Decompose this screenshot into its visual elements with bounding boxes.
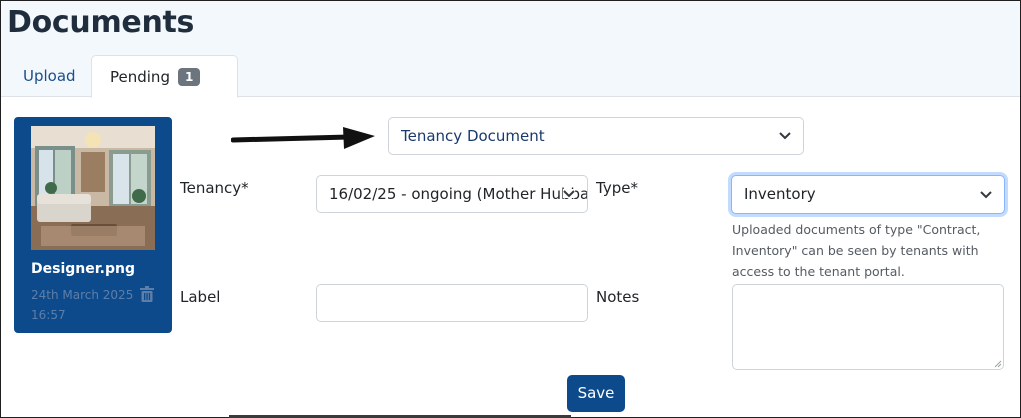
pending-file-card[interactable]: Designer.png 24th March 2025 16:57	[14, 117, 172, 333]
label-input[interactable]	[316, 284, 588, 322]
notes-textarea[interactable]	[732, 284, 1004, 370]
document-category-select[interactable]: Tenancy Document	[388, 117, 804, 155]
save-button[interactable]: Save	[567, 375, 625, 412]
document-category-value: Tenancy Document	[401, 127, 545, 145]
tenancy-value: 16/02/25 - ongoing (Mother Hubbard)	[329, 185, 588, 203]
file-thumbnail	[31, 126, 155, 250]
type-label: Type*	[596, 179, 638, 197]
tenancy-label: Tenancy*	[180, 179, 249, 197]
type-select[interactable]: Inventory	[731, 175, 1005, 214]
tab-upload-label: Upload	[23, 67, 76, 85]
notes-label: Notes	[596, 288, 640, 306]
type-help-text: Uploaded documents of type "Contract, In…	[732, 222, 981, 279]
arrow-right-icon	[231, 127, 375, 149]
type-value: Inventory	[744, 185, 816, 203]
label-field-label: Label	[180, 288, 221, 306]
chevron-down-icon	[980, 190, 992, 198]
tab-upload[interactable]: Upload	[7, 55, 91, 97]
page-title: Documents	[7, 5, 195, 40]
chevron-down-icon	[779, 132, 791, 140]
resize-handle-icon[interactable]	[994, 360, 1002, 368]
page-header: Documents Upload Pending 1	[1, 1, 1020, 98]
trash-icon[interactable]	[140, 286, 154, 306]
pending-count-badge: 1	[177, 68, 201, 86]
chevron-down-icon	[563, 189, 575, 198]
file-date: 24th March 2025 16:57	[31, 288, 134, 322]
file-name: Designer.png	[31, 261, 135, 277]
living-room-image	[31, 126, 155, 250]
tab-pending-label: Pending	[110, 68, 170, 86]
tab-pending[interactable]: Pending 1	[91, 55, 238, 98]
tenancy-select[interactable]: 16/02/25 - ongoing (Mother Hubbard)	[316, 175, 588, 213]
